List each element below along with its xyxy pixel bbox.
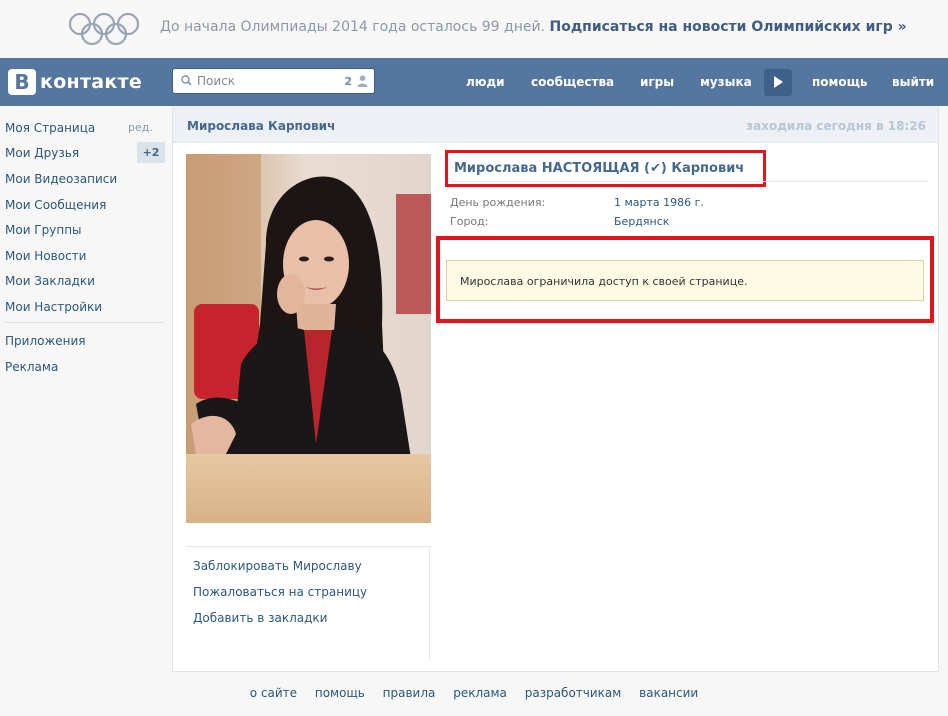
olympic-subscribe-link[interactable]: Подписаться на новости Олимпийских игр »: [550, 19, 907, 35]
profile-photo[interactable]: [186, 154, 431, 523]
nav-games[interactable]: игры: [640, 75, 674, 89]
footer: о сайте помощь правила реклама разработч…: [0, 686, 948, 700]
restriction-text: Мирослава ограничила доступ к своей стра…: [460, 275, 748, 288]
report-page-link[interactable]: Пожаловаться на страницу: [193, 585, 367, 599]
photo-column-divider: [429, 546, 430, 660]
search-input[interactable]: [197, 73, 337, 89]
footer-rules-link[interactable]: правила: [383, 686, 436, 700]
nav-help[interactable]: помощь: [812, 75, 867, 89]
olympic-countdown: До начала Олимпиады 2014 года осталось 9…: [160, 19, 907, 35]
restriction-highlight: Мирослава ограничила доступ к своей стра…: [436, 236, 934, 323]
profile-header-name: Мирослава Карпович: [187, 119, 336, 133]
vk-logo-text: контакте: [40, 71, 143, 93]
sidebar-item-news[interactable]: Мои Новости: [5, 249, 86, 263]
photo-actions-divider: [186, 546, 431, 547]
add-bookmark-link[interactable]: Добавить в закладки: [193, 611, 327, 625]
olympic-rings-icon: [68, 12, 140, 46]
footer-jobs-link[interactable]: вакансии: [639, 686, 698, 700]
sidebar-divider: [5, 322, 164, 323]
profile-photo-image: [186, 154, 431, 523]
sidebar-item-my-page[interactable]: Моя Страница: [5, 121, 95, 135]
top-header: В контакте 2 люди сообщества игры музыка…: [0, 58, 948, 106]
olympic-banner: До начала Олимпиады 2014 года осталось 9…: [0, 0, 948, 58]
restriction-notice: Мирослава ограничила доступ к своей стра…: [446, 260, 924, 301]
birthday-value[interactable]: 1 марта 1986 г.: [614, 196, 704, 209]
play-icon: [774, 76, 783, 88]
friends-badge[interactable]: +2: [137, 142, 165, 163]
search-count: 2: [344, 75, 352, 88]
music-play-button[interactable]: [764, 69, 792, 96]
footer-ads-link[interactable]: реклама: [453, 686, 507, 700]
birthday-label: День рождения:: [450, 196, 546, 209]
sidebar-item-friends[interactable]: Мои Друзья: [5, 146, 79, 160]
footer-help-link[interactable]: помощь: [315, 686, 365, 700]
city-label: Город:: [450, 215, 489, 228]
nav-logout[interactable]: выйти: [892, 75, 934, 89]
sidebar-item-messages[interactable]: Мои Сообщения: [5, 198, 106, 212]
city-value[interactable]: Бердянск: [614, 215, 669, 228]
sidebar-edit-link[interactable]: ред.: [128, 121, 153, 134]
person-icon[interactable]: [357, 75, 368, 87]
sidebar-item-settings[interactable]: Мои Настройки: [5, 300, 102, 314]
footer-developers-link[interactable]: разработчикам: [525, 686, 622, 700]
sidebar-item-bookmarks[interactable]: Мои Закладки: [5, 274, 95, 288]
nav-communities[interactable]: сообщества: [531, 75, 614, 89]
profile-panel: Мирослава Карпович заходила сегодня в 18…: [172, 106, 939, 672]
footer-about-link[interactable]: о сайте: [250, 686, 297, 700]
search-box: 2: [172, 68, 375, 94]
sidebar-item-videos[interactable]: Мои Видеозаписи: [5, 172, 117, 186]
sidebar-item-apps[interactable]: Приложения: [5, 334, 86, 348]
profile-panel-header: Мирослава Карпович заходила сегодня в 18…: [173, 106, 938, 143]
search-icon: [181, 75, 192, 86]
last-seen-status: заходила сегодня в 18:26: [746, 119, 926, 133]
nav-people[interactable]: люди: [466, 75, 505, 89]
block-user-link[interactable]: Заблокировать Мирославу: [193, 559, 362, 573]
sidebar-item-groups[interactable]: Мои Группы: [5, 223, 82, 237]
olympic-countdown-text: До начала Олимпиады 2014 года осталось 9…: [160, 19, 546, 35]
vk-logo-letter: В: [8, 69, 36, 95]
sidebar-item-ads[interactable]: Реклама: [5, 360, 58, 374]
profile-full-name: Мирослава НАСТОЯЩАЯ (✔) Карпович: [454, 161, 745, 176]
nav-music[interactable]: музыка: [700, 75, 752, 89]
name-divider: [450, 181, 928, 182]
vk-logo[interactable]: В контакте: [8, 68, 142, 96]
